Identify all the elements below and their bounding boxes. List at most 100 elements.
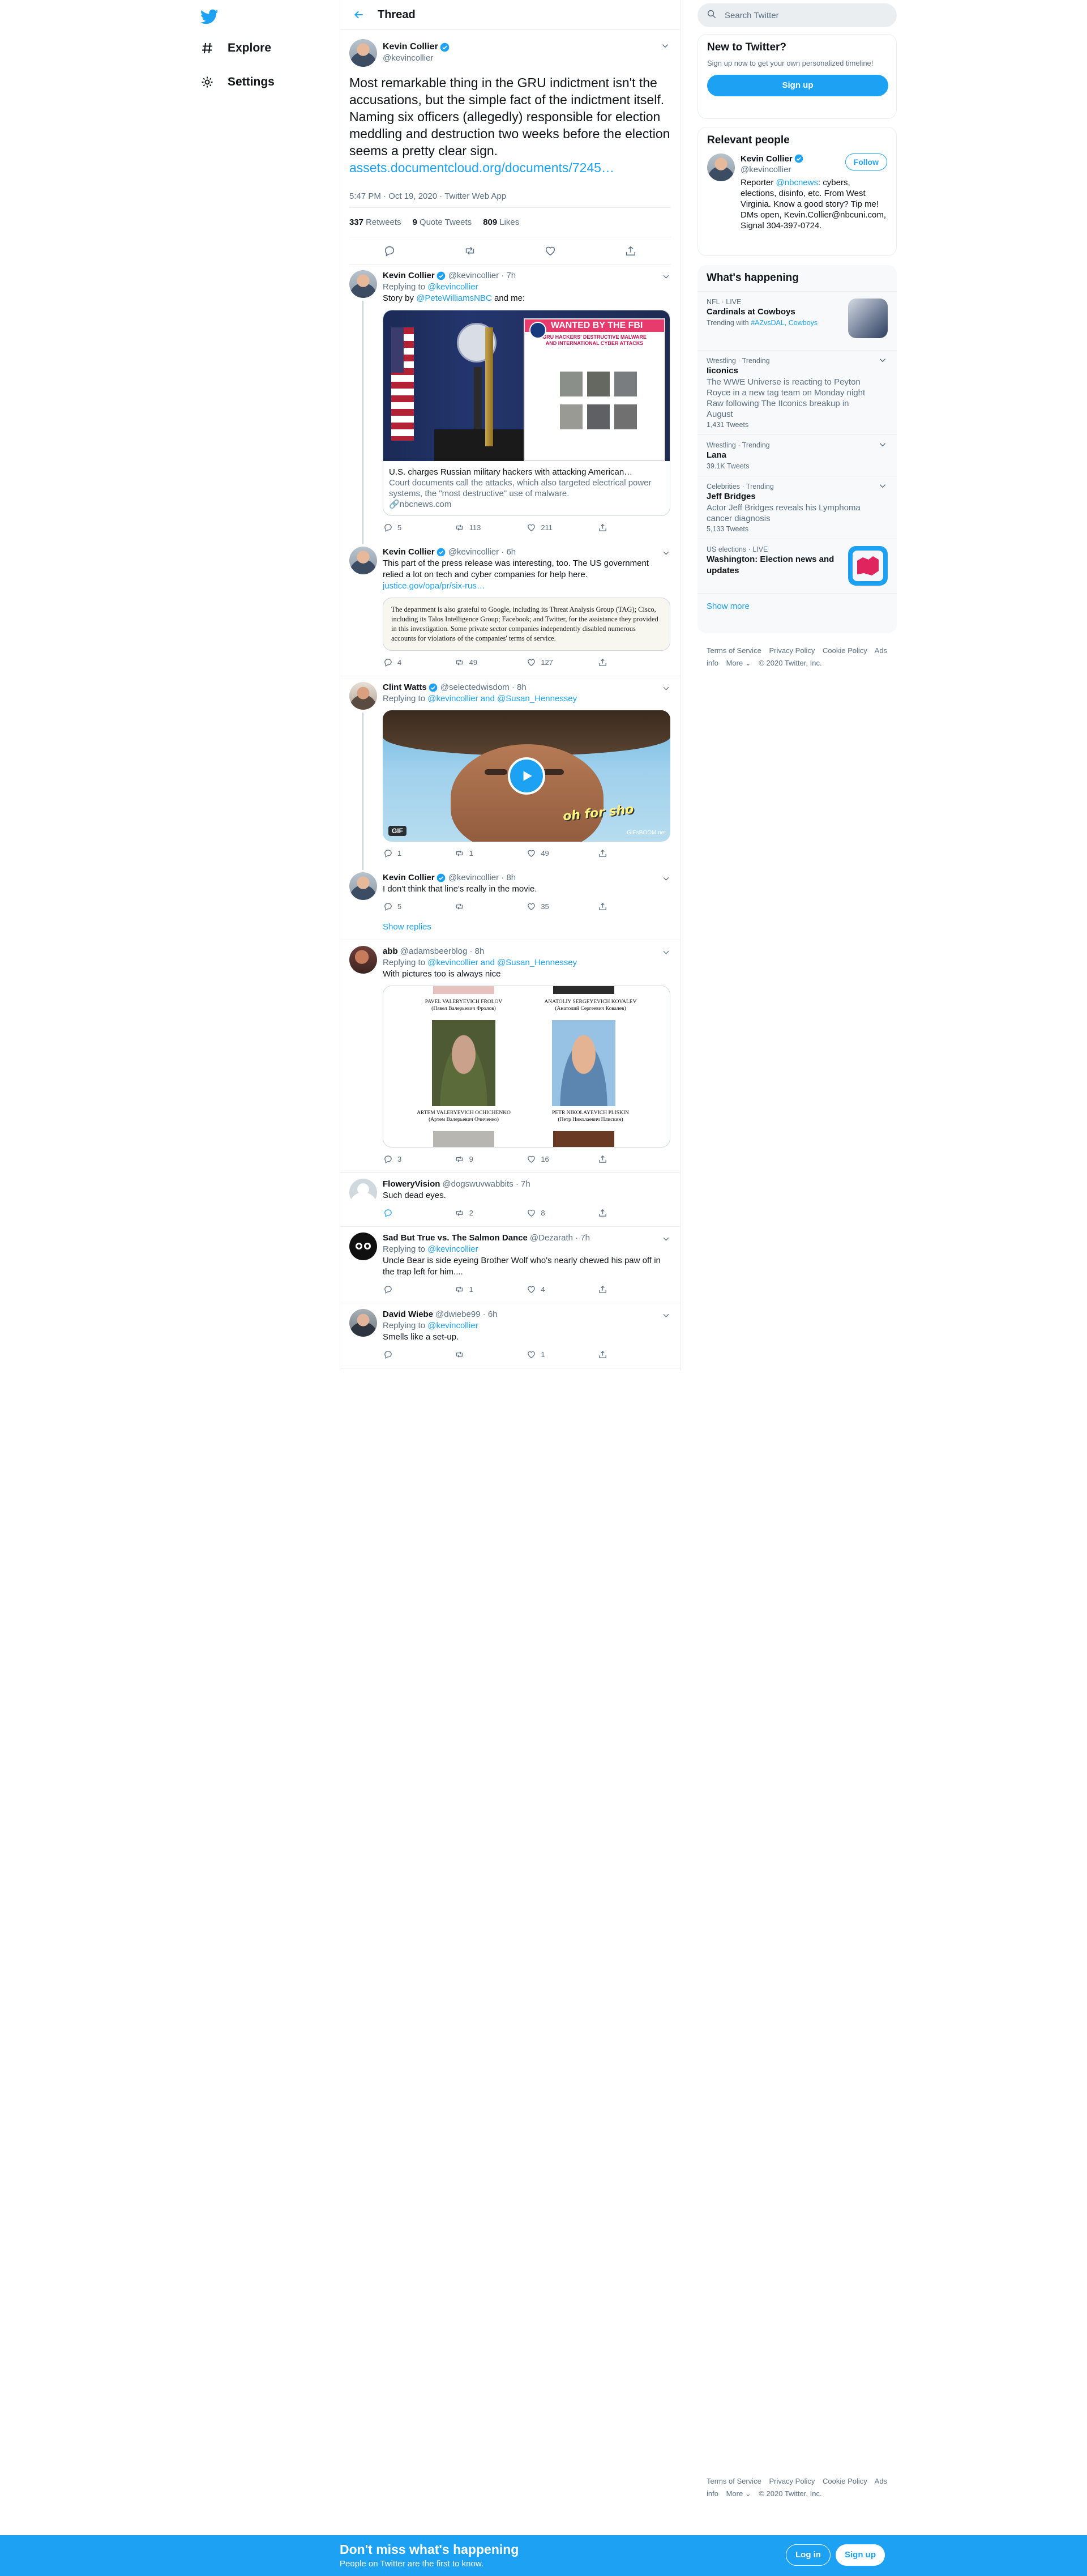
like-button[interactable]: 127 [526, 657, 560, 667]
reply-button[interactable]: 5 [383, 522, 417, 532]
share-button[interactable] [598, 1284, 632, 1294]
retweet-button[interactable]: 9 [455, 1154, 489, 1164]
like-button[interactable]: 1 [526, 1349, 560, 1359]
nav-settings[interactable]: Settings [192, 68, 281, 96]
footer-link[interactable]: Privacy Policy [769, 646, 815, 655]
footer-link[interactable]: Cookie Policy [823, 2477, 867, 2485]
author-name[interactable]: David Wiebe [383, 1309, 433, 1320]
like-button[interactable]: 49 [526, 848, 560, 858]
mention-link[interactable]: @PeteWilliamsNBC [416, 293, 492, 303]
author-name[interactable]: Kevin Collier [383, 41, 438, 53]
author-handle[interactable]: @kevincollier · 7h [448, 270, 516, 282]
retweet-button[interactable]: 1 [455, 1284, 489, 1294]
reply-tweet[interactable]: Clint Watts @selectedwisdom · 8h Replyin… [340, 676, 680, 870]
replying-to-link[interactable]: @kevincollier [427, 1321, 478, 1330]
replying-to-link[interactable]: @kevincollier and @Susan_Hennessey [427, 958, 577, 967]
author-name[interactable]: Clint Watts [383, 682, 427, 693]
relevant-person[interactable]: Kevin Collier @kevincollier Reporter @nb… [698, 151, 896, 233]
sign-up-button[interactable]: Sign up [707, 75, 888, 96]
avatar[interactable] [707, 153, 735, 181]
footer-link[interactable]: Cookie Policy [823, 646, 867, 655]
bio-mention-link[interactable]: @nbcnews [776, 178, 818, 187]
retweet-button[interactable] [455, 1349, 489, 1359]
show-replies-link[interactable]: Show replies [340, 916, 680, 940]
author-handle[interactable]: @dogswuvwabbits · 7h [442, 1179, 530, 1190]
avatar[interactable] [349, 872, 377, 900]
footer-link[interactable]: Privacy Policy [769, 2477, 815, 2485]
trend-item[interactable]: US elections · LIVE Washington: Election… [697, 539, 897, 593]
retweet-button[interactable]: 1 [455, 848, 489, 858]
reply-tweet[interactable]: Kevin Collier @kevincollier · 6h This pa… [340, 541, 680, 676]
quotes-stat[interactable]: 9 Quote Tweets [413, 217, 472, 227]
avatar[interactable] [349, 682, 377, 710]
avatar[interactable] [349, 946, 377, 974]
avatar[interactable] [349, 1309, 377, 1337]
author-name[interactable]: FloweryVision [383, 1179, 440, 1190]
like-button[interactable]: 16 [526, 1154, 560, 1164]
trend-item[interactable]: Celebrities · Trending Jeff Bridges Acto… [697, 476, 897, 539]
retweet-button[interactable]: 113 [455, 522, 489, 532]
share-button[interactable] [598, 1208, 632, 1218]
like-button[interactable]: 8 [526, 1208, 560, 1218]
author-name[interactable]: Kevin Collier [383, 872, 435, 884]
author-handle[interactable]: @Dezarath · 7h [530, 1232, 590, 1244]
chevron-down-icon[interactable] [661, 1234, 671, 1244]
trend-item[interactable]: Wrestling · Trending Lana 39.1K Tweets [697, 434, 897, 476]
avatar[interactable] [349, 1232, 377, 1260]
share-button[interactable] [598, 1349, 632, 1359]
footer-link[interactable]: More ⌄ [726, 2489, 751, 2498]
retweets-stat[interactable]: 337 Retweets [349, 217, 401, 227]
author-handle[interactable]: @adamsbeerblog · 8h [400, 946, 485, 957]
replying-to-link[interactable]: @kevincollier [427, 1244, 478, 1254]
link-card[interactable]: WANTED BY THE FBI GRU HACKERS' DESTRUCTI… [383, 310, 670, 516]
search-input[interactable] [725, 10, 883, 20]
reply-icon[interactable] [383, 245, 396, 257]
avatar[interactable] [349, 1179, 377, 1206]
reply-button[interactable] [383, 1284, 417, 1294]
author-handle[interactable]: @kevincollier [383, 53, 450, 64]
chevron-down-icon[interactable] [879, 482, 888, 491]
trend-item[interactable]: Wrestling · Trending Iiconics The WWE Un… [697, 350, 897, 434]
reply-tweet[interactable]: abb @adamsbeerblog · 8h Replying to @kev… [340, 940, 680, 1173]
chevron-down-icon[interactable] [879, 356, 888, 365]
retweet-icon[interactable] [464, 245, 476, 257]
like-button[interactable]: 4 [526, 1284, 560, 1294]
author-name[interactable]: Kevin Collier [383, 270, 435, 282]
author-name[interactable]: abb [383, 946, 398, 957]
chevron-down-icon[interactable] [661, 548, 671, 558]
retweet-button[interactable]: 49 [455, 657, 489, 667]
follow-button[interactable]: Follow [845, 153, 887, 170]
chevron-down-icon[interactable] [661, 683, 671, 693]
replying-to-link[interactable]: @kevincollier and @Susan_Hennessey [427, 694, 577, 703]
retweet-button[interactable] [455, 901, 489, 911]
reply-tweet[interactable]: Kevin Collier @kevincollier · 7h Replyin… [340, 265, 680, 544]
avatar[interactable] [349, 270, 377, 298]
retweet-button[interactable]: 2 [455, 1208, 489, 1218]
share-button[interactable] [598, 901, 632, 911]
share-button[interactable] [598, 657, 632, 667]
sign-up-button[interactable]: Sign up [836, 2544, 885, 2566]
tweet-timestamp[interactable]: 5:47 PM · Oct 19, 2020 · Twitter Web App [349, 185, 671, 208]
author-handle[interactable]: @dwiebe99 · 6h [435, 1309, 497, 1320]
like-button[interactable]: 35 [526, 901, 560, 911]
play-icon[interactable] [508, 757, 545, 795]
photo-media[interactable]: PAVEL VALERYEVICH FROLOV (Павел Валерьеви… [383, 986, 670, 1148]
reply-button[interactable] [383, 1349, 417, 1359]
person-name[interactable]: Kevin Collier [741, 153, 793, 164]
reply-button[interactable] [383, 1208, 417, 1218]
nav-explore[interactable]: Explore [192, 34, 278, 62]
chevron-down-icon[interactable] [660, 40, 671, 52]
trend-item[interactable]: NFL · LIVE Cardinals at Cowboys Trending… [697, 291, 897, 350]
show-more-link[interactable]: Show more [697, 593, 897, 619]
quoted-image[interactable]: The department is also grateful to Googl… [383, 598, 670, 651]
reply-tweet[interactable]: Kevin Collier @kevincollier · 8h I don't… [340, 867, 680, 916]
share-button[interactable] [598, 1154, 632, 1164]
chevron-down-icon[interactable] [661, 873, 671, 884]
footer-link[interactable]: More ⌄ [726, 659, 751, 667]
chevron-down-icon[interactable] [661, 1310, 671, 1320]
author-name[interactable]: Kevin Collier [383, 547, 435, 558]
author-handle[interactable]: @selectedwisdom · 8h [440, 682, 527, 693]
heart-icon[interactable] [544, 245, 557, 257]
share-button[interactable] [598, 522, 632, 532]
tweet-link[interactable]: justice.gov/opa/pr/six-rus… [383, 581, 671, 592]
